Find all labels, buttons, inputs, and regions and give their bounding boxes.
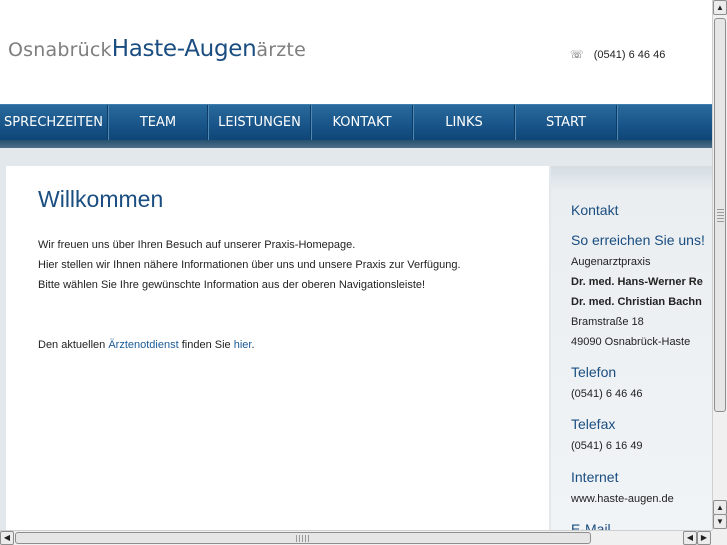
notdienst-here-link[interactable]: hier [234, 339, 252, 351]
vertical-scrollbar[interactable]: ▲ ▲ ▼ [712, 0, 727, 530]
nav-shadow [0, 140, 712, 148]
main-navigation: SPRECHZEITEN TEAM LEISTUNGEN KONTAKT LIN… [0, 104, 712, 141]
intro-line-2: Hier stellen wir Ihnen nähere Informatio… [38, 259, 461, 271]
site-logo[interactable]: OsnabrückHaste-Augenärzte [8, 36, 306, 62]
contact-sidebar: Kontakt So erreichen Sie uns! Augenarztp… [551, 166, 712, 530]
phone-icon: ☏ [570, 49, 584, 61]
aerztenotdienst-link[interactable]: Ärztenotdienst [108, 339, 178, 351]
logo-suffix: ärzte [256, 39, 306, 61]
sidebar-subtitle: So erreichen Sie uns! [571, 232, 705, 248]
sidebar-practice: Augenarztpraxis [571, 256, 651, 268]
scroll-left-arrow-right-group-icon[interactable]: ◀ [683, 531, 697, 545]
sidebar-fax-label: Telefax [571, 416, 616, 432]
scroll-right-arrow-icon[interactable]: ▶ [697, 531, 711, 545]
nav-item-sprechzeiten[interactable]: SPRECHZEITEN [0, 105, 108, 141]
nav-item-leistungen[interactable]: LEISTUNGEN [209, 105, 311, 141]
grip-icon [296, 535, 310, 542]
sidebar-title: Kontakt [571, 202, 619, 218]
sidebar-email-label: E-Mail [571, 521, 611, 530]
page-title: Willkommen [38, 186, 164, 212]
nav-item-team[interactable]: TEAM [109, 105, 208, 141]
notdienst-prefix: Den aktuellen [38, 339, 106, 351]
scroll-down-arrow-icon[interactable]: ▼ [713, 514, 727, 529]
notdienst-middle: finden Sie [181, 339, 231, 351]
logo-city: Osnabrück [8, 39, 112, 61]
intro-line-3: Bitte wählen Sie Ihre gewünschte Informa… [38, 279, 426, 291]
sidebar-internet-label: Internet [571, 469, 619, 485]
page-header: OsnabrückHaste-Augenärzte ☏ (0541) 6 46 4… [0, 0, 712, 104]
vertical-scroll-thumb[interactable] [714, 18, 726, 412]
horizontal-scroll-thumb[interactable] [15, 532, 591, 544]
nav-item-start[interactable]: START [516, 105, 617, 141]
sidebar-fax: (0541) 6 16 49 [571, 440, 643, 452]
sidebar-phone: (0541) 6 46 46 [571, 388, 643, 400]
scroll-up-arrow-icon[interactable]: ▲ [713, 0, 727, 15]
sidebar-internet-link[interactable]: www.haste-augen.de [571, 493, 674, 505]
scroll-up-arrow-lower-icon[interactable]: ▲ [713, 500, 727, 515]
header-phone-number: (0541) 6 46 46 [593, 49, 666, 61]
intro-line-1: Wir freuen uns über Ihren Besuch auf uns… [38, 239, 356, 251]
scrollbar-corner [712, 530, 727, 545]
horizontal-scrollbar[interactable]: ◀ ◀ ▶ [0, 530, 712, 545]
sidebar-city: 49090 Osnabrück-Haste [571, 336, 691, 348]
sidebar-doctor-2: Dr. med. Christian Bachn [571, 296, 702, 308]
sidebar-street: Bramstraße 18 [571, 316, 644, 328]
sidebar-phone-label: Telefon [571, 364, 617, 380]
grip-icon [717, 209, 724, 223]
main-content: Willkommen Wir freuen uns über Ihren Bes… [6, 166, 549, 530]
header-phone: ☏ (0541) 6 46 46 [570, 48, 665, 61]
sidebar-doctor-1: Dr. med. Hans-Werner Re [571, 276, 703, 288]
logo-name: Haste-Augen [111, 36, 257, 62]
nav-item-kontakt[interactable]: KONTAKT [312, 105, 413, 141]
notdienst-line: Den aktuellen Ärztenotdienst finden Sie … [38, 335, 255, 355]
nav-item-links[interactable]: LINKS [414, 105, 515, 141]
notdienst-end: . [251, 339, 255, 351]
scroll-left-arrow-icon[interactable]: ◀ [0, 531, 14, 545]
